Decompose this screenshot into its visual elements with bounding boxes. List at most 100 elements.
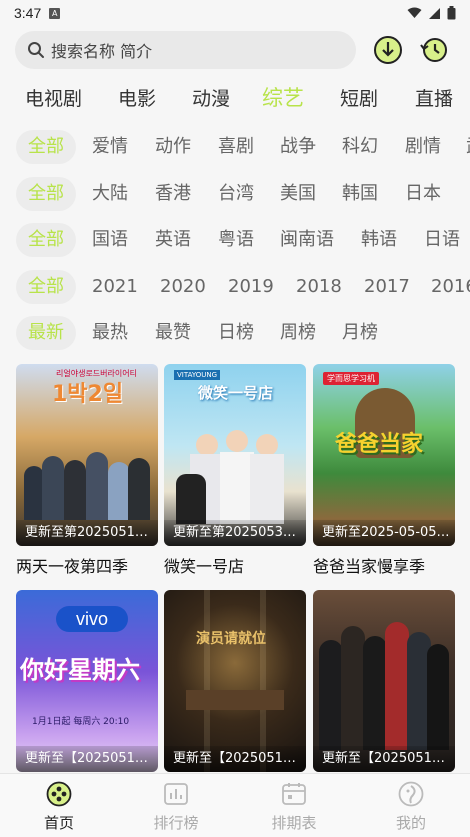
tab-anime[interactable]: 动漫 [192, 84, 230, 111]
filter-year-item[interactable]: 2019 [228, 270, 274, 304]
filter-year-item[interactable]: 2020 [160, 270, 206, 304]
sort-daily[interactable]: 日榜 [218, 316, 254, 350]
signal-icon [429, 7, 440, 19]
show-title: 微笑一号店 [164, 557, 245, 576]
filter-genre-item[interactable]: 武 [466, 130, 470, 164]
profile-icon [398, 781, 424, 807]
search-placeholder: 搜索名称 简介 [51, 42, 153, 61]
filter-language-all[interactable]: 全部 [16, 223, 76, 257]
filter-year-item[interactable]: 2018 [296, 270, 342, 304]
show-card[interactable]: 学而思学习机 爸爸当家 更新至2025-05-05… 爸爸当家慢享季 [313, 364, 455, 577]
poster-brand: VITAYOUNG [174, 370, 221, 380]
nav-label: 排行榜 [153, 814, 199, 832]
show-poster: 学而思学习机 爸爸当家 更新至2025-05-05… [313, 364, 455, 546]
sort-weekly[interactable]: 周榜 [280, 316, 316, 350]
filter-genre-item[interactable]: 爱情 [92, 130, 128, 164]
status-bar: 3:47 A [0, 0, 470, 26]
sort-most-liked[interactable]: 最赞 [155, 316, 191, 350]
calendar-icon [282, 783, 306, 805]
tab-short-drama[interactable]: 短剧 [340, 84, 378, 111]
filter-genre-item[interactable]: 喜剧 [218, 130, 254, 164]
show-poster: 演员请就位 更新至【2025051… [164, 590, 306, 772]
category-tabs: 电视剧 电影 动漫 综艺 短剧 直播 [0, 78, 470, 118]
filter-year-item[interactable]: 2016 [431, 270, 470, 304]
filter-genre-all[interactable]: 全部 [16, 130, 76, 164]
tab-movie[interactable]: 电影 [118, 84, 156, 111]
filter-language-item[interactable]: 粤语 [218, 223, 254, 257]
nav-home[interactable]: 首页 [14, 780, 104, 833]
update-status: 更新至【2025051… [313, 746, 455, 772]
history-icon [420, 38, 447, 62]
poster-caption: 1月1日起 每周六 20:10 [32, 717, 130, 727]
update-status: 更新至【2025051… [16, 746, 158, 772]
poster-people [319, 620, 449, 750]
filter-year-row: 全部 2021 2020 2019 2018 2017 2016 [0, 270, 470, 306]
search-icon [28, 42, 44, 58]
filter-year-all[interactable]: 全部 [16, 270, 76, 304]
search-input[interactable]: 搜索名称 简介 [15, 31, 356, 69]
poster-brand: vivo [56, 606, 128, 632]
poster-logo: 1박2일 [52, 382, 124, 407]
filter-region-item[interactable]: 韩国 [342, 177, 378, 211]
poster-people [24, 448, 150, 520]
show-card[interactable]: 更新至【2025051… [313, 590, 455, 772]
show-card[interactable]: VITAYOUNG 微笑一号店 更新至第2025053… 微笑一号店 [164, 364, 306, 577]
show-title: 两天一夜第四季 [16, 557, 129, 576]
home-icon [46, 781, 72, 807]
poster-people [176, 430, 296, 524]
show-poster: 리얼야생로드버라이어티 1박2일 更新至第2025051… [16, 364, 158, 546]
tab-tv[interactable]: 电视剧 [25, 84, 82, 111]
filter-genre-row: 全部 爱情 动作 喜剧 战争 科幻 剧情 武 [0, 130, 470, 166]
bottom-navigation: 首页 排行榜 排期表 我的 [0, 773, 470, 837]
nav-schedule[interactable]: 排期表 [249, 780, 339, 833]
filter-language-item[interactable]: 国语 [92, 223, 128, 257]
filter-year-item[interactable]: 2017 [364, 270, 410, 304]
filter-language-item[interactable]: 韩语 [361, 223, 397, 257]
filter-region-item[interactable]: 香港 [155, 177, 191, 211]
header: 搜索名称 简介 [0, 26, 470, 76]
update-status: 更新至2025-05-05… [313, 520, 455, 546]
chart-icon [164, 783, 188, 805]
notification-badge: A [49, 7, 61, 19]
update-status: 更新至【2025051… [164, 746, 306, 772]
sort-monthly[interactable]: 月榜 [342, 316, 378, 350]
filter-language-item[interactable]: 闽南语 [280, 223, 334, 257]
nav-label: 我的 [395, 814, 426, 832]
filter-region-item[interactable]: 美国 [280, 177, 316, 211]
filter-language-row: 全部 国语 英语 粤语 闽南语 韩语 日语 [0, 223, 470, 259]
show-card[interactable]: 리얼야생로드버라이어티 1박2일 更新至第2025051… 两天一夜第四季 [16, 364, 158, 577]
update-status: 更新至第2025053… [164, 520, 306, 546]
tab-variety[interactable]: 综艺 [262, 82, 304, 112]
filter-genre-item[interactable]: 战争 [280, 130, 316, 164]
filter-genre-item[interactable]: 剧情 [405, 130, 441, 164]
filter-language-item[interactable]: 英语 [155, 223, 191, 257]
show-poster: VITAYOUNG 微笑一号店 更新至第2025053… [164, 364, 306, 546]
wifi-icon [407, 7, 422, 18]
status-time: 3:47 [14, 5, 42, 21]
filter-language-item[interactable]: 日语 [424, 223, 460, 257]
filter-region-item[interactable]: 大陆 [92, 177, 128, 211]
poster-caption: 学而思学习机 [323, 372, 379, 385]
nav-profile[interactable]: 我的 [366, 780, 456, 833]
show-poster: vivo 你好星期六 1月1日起 每周六 20:10 更新至【2025051… [16, 590, 158, 772]
filter-genre-item[interactable]: 科幻 [342, 130, 378, 164]
nav-ranking[interactable]: 排行榜 [131, 780, 221, 833]
show-card[interactable]: 演员请就位 更新至【2025051… [164, 590, 306, 772]
download-button[interactable] [372, 34, 404, 66]
filter-region-item[interactable]: 日本 [405, 177, 441, 211]
sort-hottest[interactable]: 最热 [92, 316, 128, 350]
filter-year-item[interactable]: 2021 [92, 270, 138, 304]
sort-latest[interactable]: 最新 [16, 316, 76, 350]
history-button[interactable] [418, 34, 450, 66]
filter-region-item[interactable]: 台湾 [218, 177, 254, 211]
poster-logo: 爸爸当家 [335, 432, 424, 457]
filter-genre-item[interactable]: 动作 [155, 130, 191, 164]
filter-sort-row: 最新 最热 最赞 日榜 周榜 月榜 [0, 316, 470, 352]
update-status: 更新至第2025051… [16, 520, 158, 546]
nav-label: 排期表 [271, 814, 317, 832]
show-card[interactable]: vivo 你好星期六 1月1日起 每周六 20:10 更新至【2025051… [16, 590, 158, 772]
filter-region-all[interactable]: 全部 [16, 177, 76, 211]
battery-icon [447, 6, 456, 20]
download-icon [374, 36, 402, 64]
tab-live[interactable]: 直播 [415, 84, 453, 111]
